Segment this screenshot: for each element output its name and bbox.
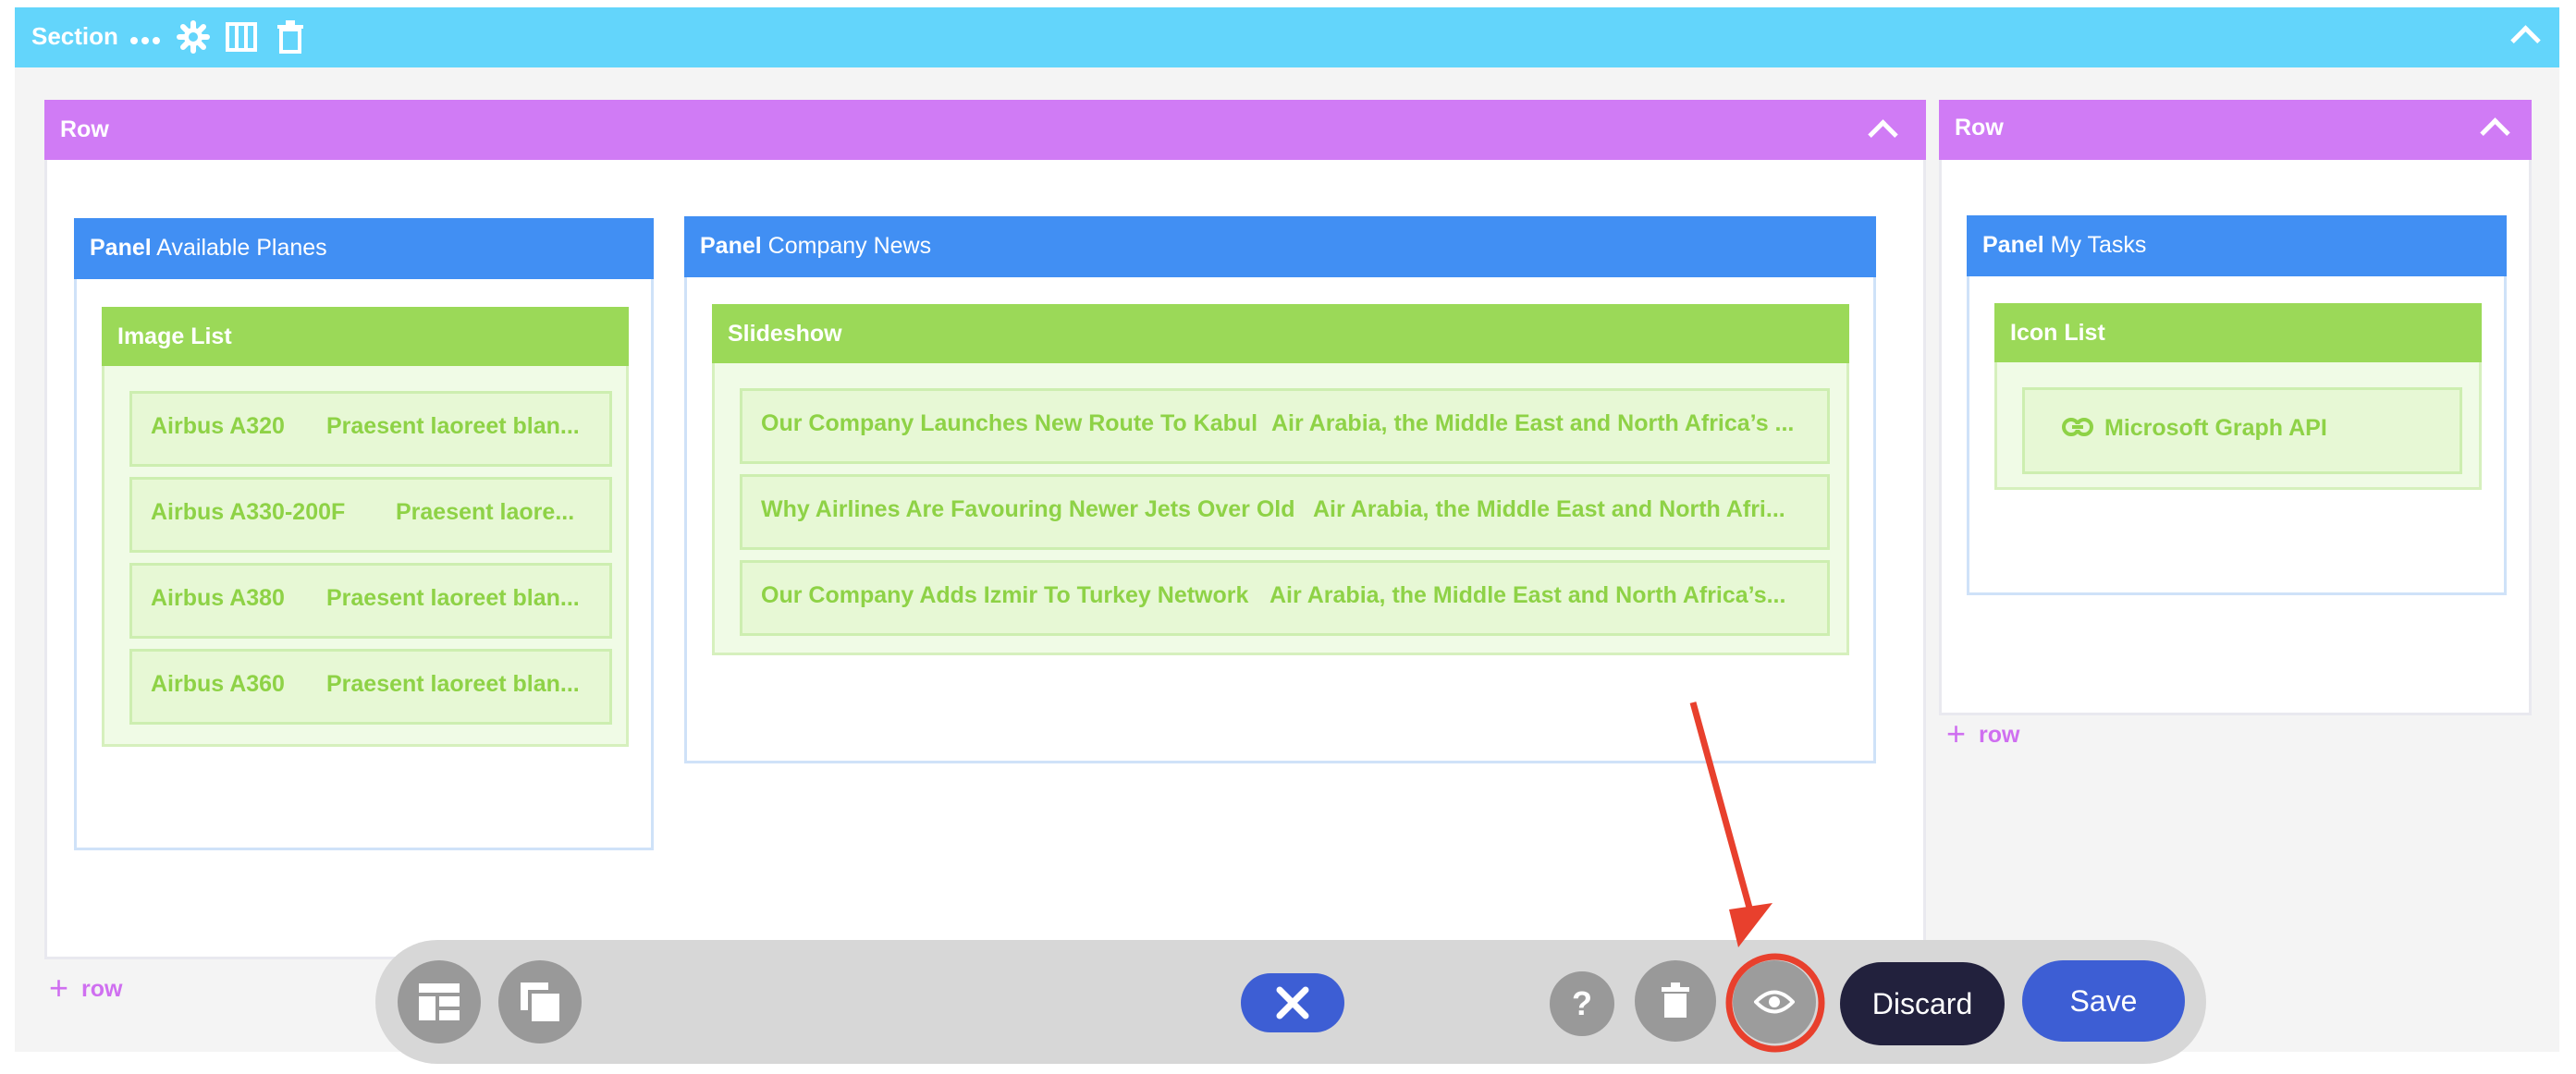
annotation-arrow-head <box>1729 903 1773 947</box>
annotation-overlay <box>1689 702 1825 1053</box>
annotation-arrow-shaft <box>1689 702 1756 919</box>
annotation-highlight-circle <box>1725 953 1825 1053</box>
